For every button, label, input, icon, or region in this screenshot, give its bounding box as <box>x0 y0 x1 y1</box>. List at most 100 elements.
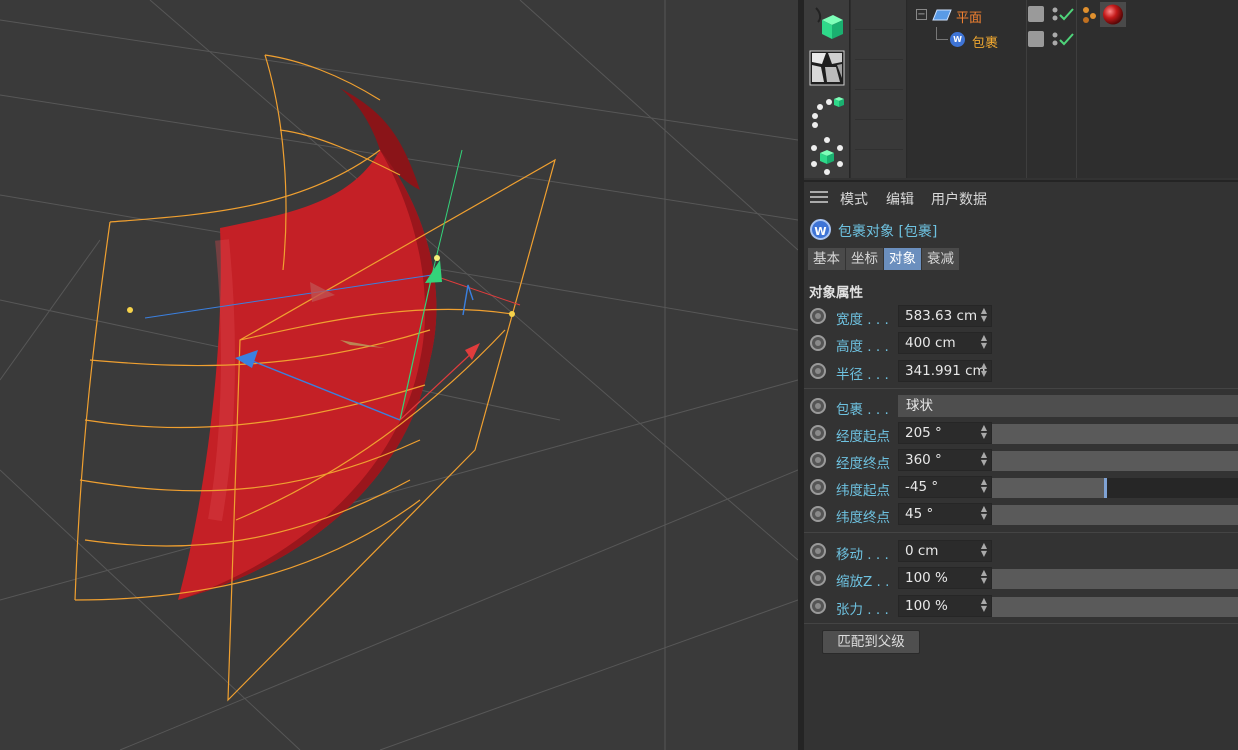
prop-scale-z: 缩放Z . . 100 % ▲ ▼ <box>804 567 1238 591</box>
object-title-text: 包裹对象 [包裹] <box>838 224 938 240</box>
wrap-deformer-icon: W <box>950 32 965 47</box>
cage-handle-point[interactable] <box>434 255 440 261</box>
hamburger-menu-icon[interactable] <box>810 191 828 203</box>
attribute-manager: 模式 编辑 用户数据 W 包裹对象 [包裹] 基本 坐标 对象 衰减 对象属性 … <box>804 180 1238 750</box>
match-to-parent-button[interactable]: 匹配到父级 <box>822 630 920 654</box>
layer-cell[interactable] <box>855 0 903 30</box>
menu-user-data[interactable]: 用户数据 <box>931 189 987 209</box>
tab-coord[interactable]: 坐标 <box>846 248 883 270</box>
layer-column <box>851 0 907 180</box>
prop-move: 移动 . . . 0 cm ▲ ▼ <box>804 540 1238 564</box>
right-panel: − 平面 W 包裹 模式 编辑 用户数据 W 包裹对象 [包裹] 基本 坐标 对… <box>804 0 1238 750</box>
keyframe-radio-icon[interactable] <box>810 506 826 522</box>
menu-mode[interactable]: 模式 <box>840 189 868 209</box>
tag-dots-icon[interactable] <box>1080 5 1100 25</box>
prop-label: 移动 . . . <box>836 547 889 563</box>
collapse-toggle[interactable]: − <box>916 9 927 20</box>
viewport-3d[interactable] <box>0 0 798 750</box>
prop-label: 缩放Z . . <box>836 574 890 590</box>
tree-row-plane[interactable]: − 平面 <box>908 2 1238 27</box>
spinner-icon[interactable]: ▲ ▼ <box>978 505 990 523</box>
tab-basic[interactable]: 基本 <box>808 248 845 270</box>
layer-cell[interactable] <box>855 90 903 120</box>
tab-object[interactable]: 对象 <box>884 248 921 270</box>
spline-icon[interactable] <box>806 92 848 132</box>
slider-knob[interactable] <box>1104 478 1107 498</box>
cage-handle-point[interactable] <box>509 311 515 317</box>
prop-tension: 张力 . . . 100 % ▲ ▼ <box>804 595 1238 619</box>
prop-lat-end: 纬度终点 45 ° ▲ ▼ <box>804 503 1238 527</box>
edit-tag-icon[interactable] <box>1028 6 1044 22</box>
cloner-icon[interactable] <box>806 136 848 176</box>
wrap-mode-dropdown[interactable]: 球状 <box>898 395 1238 417</box>
prop-width: 宽度 . . . 583.63 cm ▲ ▼ <box>804 305 1238 329</box>
slider-fill <box>992 478 1104 498</box>
cage-handle-point[interactable] <box>127 307 133 313</box>
material-tag[interactable] <box>1100 2 1126 27</box>
prop-lon-end: 经度终点 360 ° ▲ ▼ <box>804 449 1238 473</box>
keyframe-radio-icon[interactable] <box>810 479 826 495</box>
prop-label: 包裹 . . . <box>836 402 889 418</box>
spinner-icon[interactable]: ▲ ▼ <box>978 478 990 496</box>
lat-end-slider[interactable] <box>992 505 1238 525</box>
menu-edit[interactable]: 编辑 <box>886 189 914 209</box>
keyframe-radio-icon[interactable] <box>810 398 826 414</box>
wrap-object-icon: W <box>810 219 831 240</box>
keyframe-radio-icon[interactable] <box>810 570 826 586</box>
prop-height: 高度 . . . 400 cm ▲ ▼ <box>804 332 1238 356</box>
spinner-icon[interactable]: ▲ ▼ <box>978 597 990 615</box>
spinner-icon[interactable]: ▲ ▼ <box>978 569 990 587</box>
keyframe-radio-icon[interactable] <box>810 425 826 441</box>
keyframe-radio-icon[interactable] <box>810 543 826 559</box>
attribute-menubar: 模式 编辑 用户数据 <box>804 182 1238 212</box>
prop-lat-start: 纬度起点 -45 ° ▲ ▼ <box>804 476 1238 500</box>
visibility-check-icon[interactable] <box>1051 30 1077 50</box>
prop-label: 纬度起点 <box>836 483 890 499</box>
layer-cell[interactable] <box>855 30 903 60</box>
scale-z-slider[interactable] <box>992 569 1238 589</box>
voronoi-icon[interactable] <box>806 48 848 88</box>
gizmo-x-axis[interactable] <box>431 274 521 306</box>
prop-wrap: 包裹 . . . 球状 <box>804 395 1238 419</box>
prop-label: 纬度终点 <box>836 510 890 526</box>
layer-cell[interactable] <box>855 120 903 150</box>
keyframe-radio-icon[interactable] <box>810 335 826 351</box>
spinner-icon[interactable]: ▲ ▼ <box>978 451 990 469</box>
object-tree: − 平面 W 包裹 <box>908 0 1238 178</box>
layer-cell[interactable] <box>855 150 903 180</box>
visibility-check-icon[interactable] <box>1051 5 1077 25</box>
material-sphere-icon <box>1103 4 1123 25</box>
prop-label: 经度终点 <box>836 456 890 472</box>
tension-slider[interactable] <box>992 597 1238 617</box>
lat-start-slider[interactable] <box>992 478 1238 498</box>
prop-lon-start: 经度起点 205 ° ▲ ▼ <box>804 422 1238 446</box>
tree-row-wrap[interactable]: W 包裹 <box>908 27 1238 52</box>
tool-palette <box>804 0 850 178</box>
scene-canvas[interactable] <box>0 0 798 750</box>
keyframe-radio-icon[interactable] <box>810 308 826 324</box>
lon-start-slider[interactable] <box>992 424 1238 444</box>
edit-tag-icon[interactable] <box>1028 31 1044 47</box>
prop-label: 半径 . . . <box>836 367 889 383</box>
plane-icon <box>932 9 952 21</box>
spinner-icon[interactable]: ▲ ▼ <box>978 334 990 352</box>
prop-label: 经度起点 <box>836 429 890 445</box>
object-name[interactable]: 包裹 <box>972 32 998 51</box>
layer-cell[interactable] <box>855 60 903 90</box>
lon-end-slider[interactable] <box>992 451 1238 471</box>
keyframe-radio-icon[interactable] <box>810 452 826 468</box>
spinner-icon[interactable]: ▲ ▼ <box>978 424 990 442</box>
keyframe-radio-icon[interactable] <box>810 363 826 379</box>
spinner-icon[interactable]: ▲ ▼ <box>978 542 990 560</box>
cube-icon[interactable] <box>806 4 848 44</box>
tab-falloff[interactable]: 衰减 <box>922 248 959 270</box>
prop-label: 张力 . . . <box>836 602 889 618</box>
spinner-icon[interactable]: ▲ ▼ <box>978 362 990 380</box>
prop-radius: 半径 . . . 341.991 cm ▲ ▼ <box>804 360 1238 384</box>
prop-label: 宽度 . . . <box>836 312 889 328</box>
spinner-icon[interactable]: ▲ ▼ <box>978 307 990 325</box>
prop-label: 高度 . . . <box>836 339 889 355</box>
section-title: 对象属性 <box>809 285 863 301</box>
object-name[interactable]: 平面 <box>956 7 982 26</box>
keyframe-radio-icon[interactable] <box>810 598 826 614</box>
